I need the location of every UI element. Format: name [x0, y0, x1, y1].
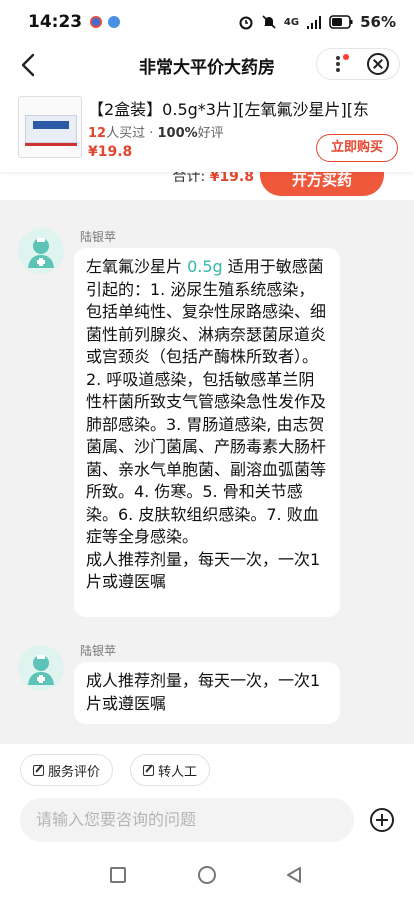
notification-dot	[343, 54, 349, 60]
message-text: 左氧氟沙星片	[86, 257, 188, 276]
total-label: 合计:	[172, 172, 210, 185]
sold-count: 12	[88, 126, 107, 141]
battery-icon	[329, 15, 353, 29]
network-label: 4G	[283, 16, 300, 28]
service-review-button[interactable]: 服务评价	[20, 754, 114, 786]
product-price: ¥19.8	[88, 144, 133, 160]
close-icon[interactable]	[367, 53, 389, 75]
app-badge-icon	[90, 16, 103, 28]
order-total: 合计: ¥19.8	[173, 172, 254, 186]
edit-icon	[33, 764, 44, 776]
total-value: ¥19.8	[209, 172, 254, 185]
message-text: 适用于敏感菌引起的：1. 泌尿生殖系统感染，包括单纯性、复杂性尿路感染、细菌性前…	[86, 257, 327, 546]
chip-label: 转人工	[158, 764, 198, 780]
back-arrow-icon[interactable]	[16, 52, 42, 78]
status-time: 14:23	[28, 12, 83, 32]
chat-area[interactable]: 合计: ¥19.8 开方买药 陆银苹 左氧氟沙星片 0.5g 适用于敏感菌引起的…	[0, 172, 414, 744]
product-card[interactable]: 【2盒装】0.5g*3片][左氧氟沙星片][东 12人买过 · 100%好评 ¥…	[0, 86, 414, 172]
home-icon[interactable]	[198, 866, 216, 884]
more-options-icon[interactable]	[317, 49, 357, 79]
battery-level: 56%	[360, 13, 396, 31]
buy-now-button[interactable]: 立即购买	[316, 134, 398, 162]
message-text: 成人推荐剂量，每天一次，一次1片或遵医嘱	[86, 549, 321, 592]
doctor-avatar[interactable]	[18, 645, 64, 691]
good-rate: 100%	[157, 126, 198, 141]
message-input[interactable]: 请输入您要咨询的问题	[20, 798, 354, 842]
sender-name: 陆银苹	[80, 644, 117, 658]
message-bubble[interactable]: 左氧氟沙星片 0.5g 适用于敏感菌引起的：1. 泌尿生殖系统感染，包括单纯性、…	[74, 248, 340, 617]
message-text: 成人推荐剂量，每天一次，一次1片或遵医嘱	[86, 671, 321, 713]
previous-order-card: 合计: ¥19.8 开方买药	[0, 172, 414, 200]
chip-label: 服务评价	[48, 764, 101, 780]
status-bar: 14:23 4G 56%	[0, 0, 414, 44]
signal-icon	[307, 16, 322, 29]
status-indicators: 4G 56%	[238, 13, 396, 31]
recent-apps-icon[interactable]	[110, 867, 126, 883]
message-bubble[interactable]: 成人推荐剂量，每天一次，一次1片或遵医嘱	[74, 662, 340, 724]
back-icon[interactable]	[285, 866, 303, 884]
system-navigation-bar	[0, 854, 414, 897]
product-image	[18, 96, 82, 158]
status-app-icons	[90, 16, 121, 28]
input-bar: 服务评价 转人工 请输入您要咨询的问题	[0, 744, 414, 854]
prescribe-buy-button[interactable]: 开方买药	[260, 172, 384, 196]
doctor-icon	[28, 238, 54, 268]
add-icon[interactable]	[370, 808, 394, 832]
edit-icon	[143, 764, 154, 776]
alarm-icon	[239, 16, 253, 30]
product-title: 【2盒装】0.5g*3片][左氧氟沙星片][东	[88, 100, 369, 119]
transfer-to-human-button[interactable]: 转人工	[130, 754, 211, 786]
browser-icon	[108, 16, 121, 28]
mini-program-capsule	[316, 48, 400, 80]
product-stats: 12人买过 · 100%好评	[88, 122, 224, 141]
doctor-avatar[interactable]	[18, 228, 64, 274]
dosage-highlight[interactable]: 0.5g	[187, 257, 223, 276]
mute-icon	[262, 15, 276, 29]
good-suffix: 好评	[197, 126, 224, 141]
sender-name: 陆银苹	[80, 230, 117, 244]
sold-suffix: 人买过 ·	[106, 126, 158, 141]
doctor-icon	[28, 655, 54, 685]
navigation-bar: 非常大平价大药房	[0, 44, 414, 86]
